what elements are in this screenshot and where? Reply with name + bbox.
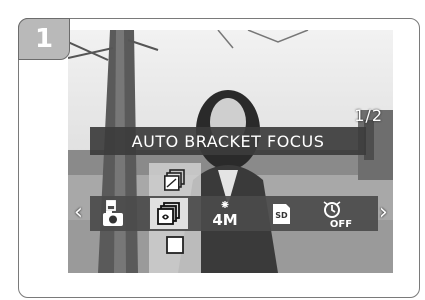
self-timer-off-icon: OFF <box>323 200 352 229</box>
submenu-option-exposure[interactable] <box>162 167 188 193</box>
menu-item-bracket-focus[interactable] <box>150 198 188 229</box>
menu-item-sd-card[interactable]: SD <box>262 198 300 229</box>
menu-item-self-timer[interactable]: OFF <box>318 198 356 229</box>
bracket-focus-icon <box>157 201 180 225</box>
camera-lcd-screen: 1/2 AUTO BRACKET FOCUS ‹ › 4M SD OFF <box>68 30 393 273</box>
step-number-badge: 1 <box>18 18 70 60</box>
page-indicator: 1/2 <box>354 106 383 125</box>
menu-left-arrow[interactable]: ‹ <box>74 200 83 226</box>
image-size-icon: 4M <box>212 200 238 228</box>
menu-item-image-size[interactable]: 4M <box>206 198 244 229</box>
step-number: 1 <box>34 24 54 54</box>
bracket-exposure-icon <box>164 169 185 191</box>
menu-right-arrow[interactable]: › <box>379 200 388 226</box>
menu-title-bar: AUTO BRACKET FOCUS <box>90 127 366 155</box>
single-frame-icon <box>166 236 184 254</box>
sd-card-label: SD <box>275 211 288 220</box>
submenu-option-single[interactable] <box>162 232 188 258</box>
camera-mode-icon <box>103 199 123 226</box>
menu-item-camera-mode[interactable] <box>94 198 132 229</box>
image-size-label: 4M <box>212 211 237 228</box>
self-timer-off-label: OFF <box>330 219 352 229</box>
menu-title: AUTO BRACKET FOCUS <box>131 131 325 151</box>
sd-card-icon: SD <box>273 203 290 224</box>
